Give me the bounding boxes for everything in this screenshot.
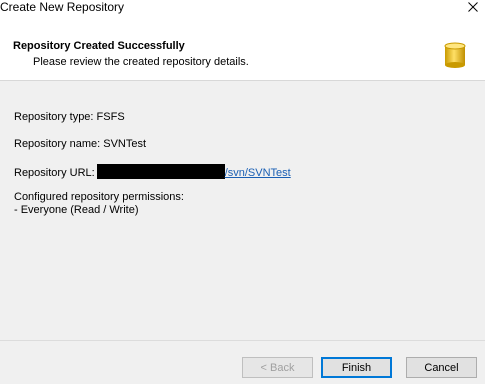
header-subtitle: Please review the created repository det… <box>33 56 249 68</box>
repository-url-link[interactable]: /svn/SVNTest <box>225 167 291 179</box>
database-icon <box>443 41 467 69</box>
close-icon <box>468 1 478 15</box>
close-button[interactable] <box>461 0 485 16</box>
permissions-entry: - Everyone (Read / Write) <box>14 204 139 216</box>
footer-divider <box>0 340 485 341</box>
window-title: Create New Repository <box>0 0 125 14</box>
cancel-button[interactable]: Cancel <box>406 357 477 378</box>
title-bar: Create New Repository <box>0 0 485 18</box>
back-button[interactable]: < Back <box>242 357 313 378</box>
finish-button[interactable]: Finish <box>321 357 392 378</box>
header-title: Repository Created Successfully <box>13 40 185 52</box>
wizard-header: Repository Created Successfully Please r… <box>0 18 485 81</box>
redacted-block <box>96 164 225 179</box>
repository-url-row: Repository URL: /svn/SVNTest <box>14 164 291 180</box>
permissions-heading: Configured repository permissions: <box>14 191 184 203</box>
repository-name: Repository name: SVNTest <box>14 138 147 150</box>
repository-url-label: Repository URL: <box>14 167 95 179</box>
repository-type: Repository type: FSFS <box>14 111 125 123</box>
